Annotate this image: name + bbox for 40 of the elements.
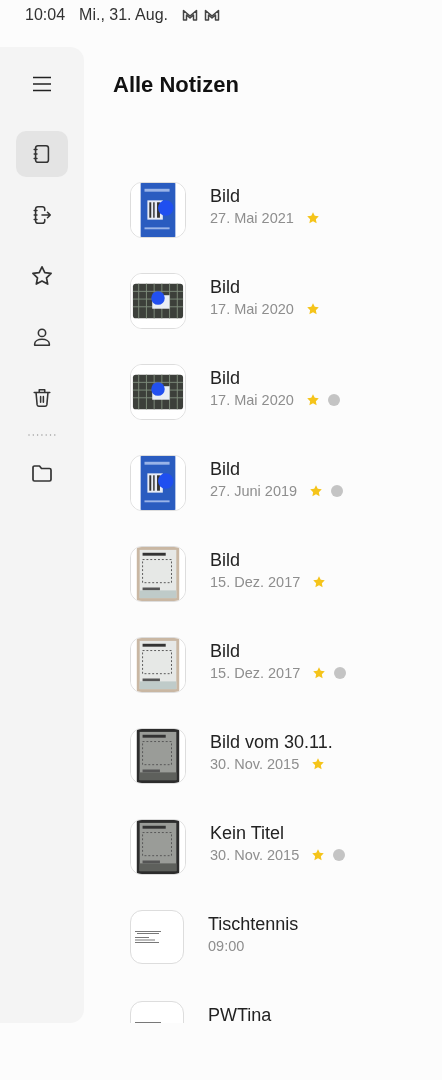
note-title: PWTina (208, 1004, 272, 1023)
status-time: 10:04 (25, 6, 66, 24)
note-thumbnail[interactable] (130, 728, 186, 784)
note-title: Bild (210, 276, 241, 298)
note-title: Bild (210, 549, 241, 571)
note-title: Bild vom 30.11. (210, 731, 333, 753)
note-thumbnail[interactable] (130, 819, 186, 875)
note-thumbnail[interactable] (130, 546, 186, 602)
status-date: Mi., 31. Aug. (79, 6, 168, 24)
page-title: Alle Notizen (113, 71, 240, 99)
note-date: 15. Dez. 2017 (210, 574, 301, 590)
note-date: 27. Mai 2021 (210, 210, 294, 226)
note-date: 30. Nov. 2015 (210, 756, 300, 772)
note-title: Kein Titel (210, 822, 286, 844)
note-title: Bild (210, 458, 241, 480)
note-title: Tischtennis (208, 913, 299, 935)
note-thumbnail[interactable] (130, 364, 186, 420)
note-date: 15. Dez. 2017 (210, 665, 301, 681)
note-title: Bild (210, 185, 241, 207)
star-icon (30, 264, 54, 288)
note-date: 17. Mai 2020 (210, 301, 294, 317)
note-thumbnail[interactable] (130, 637, 186, 693)
note-thumbnail[interactable] (130, 182, 186, 238)
mail-icon (182, 9, 198, 21)
trash-icon (31, 387, 53, 409)
notebook-arrow-icon (31, 204, 53, 226)
note-title: Bild (210, 640, 241, 662)
note-thumbnail[interactable] (130, 910, 184, 964)
text-preview-drawing (135, 931, 161, 943)
note-thumbnail[interactable] (130, 455, 186, 511)
note-date: 27. Juni 2019 (210, 483, 298, 499)
dotted-divider (28, 434, 56, 436)
note-date: 09:00 (208, 938, 245, 954)
note-title: Bild (210, 367, 241, 389)
person-icon (31, 326, 53, 348)
note-date: 30. Nov. 2015 (210, 847, 300, 863)
note-thumbnail[interactable] (130, 273, 186, 329)
note-date: 17. Mai 2020 (210, 392, 294, 408)
sidebar-item[interactable] (16, 131, 68, 177)
mail-icon (204, 9, 220, 21)
